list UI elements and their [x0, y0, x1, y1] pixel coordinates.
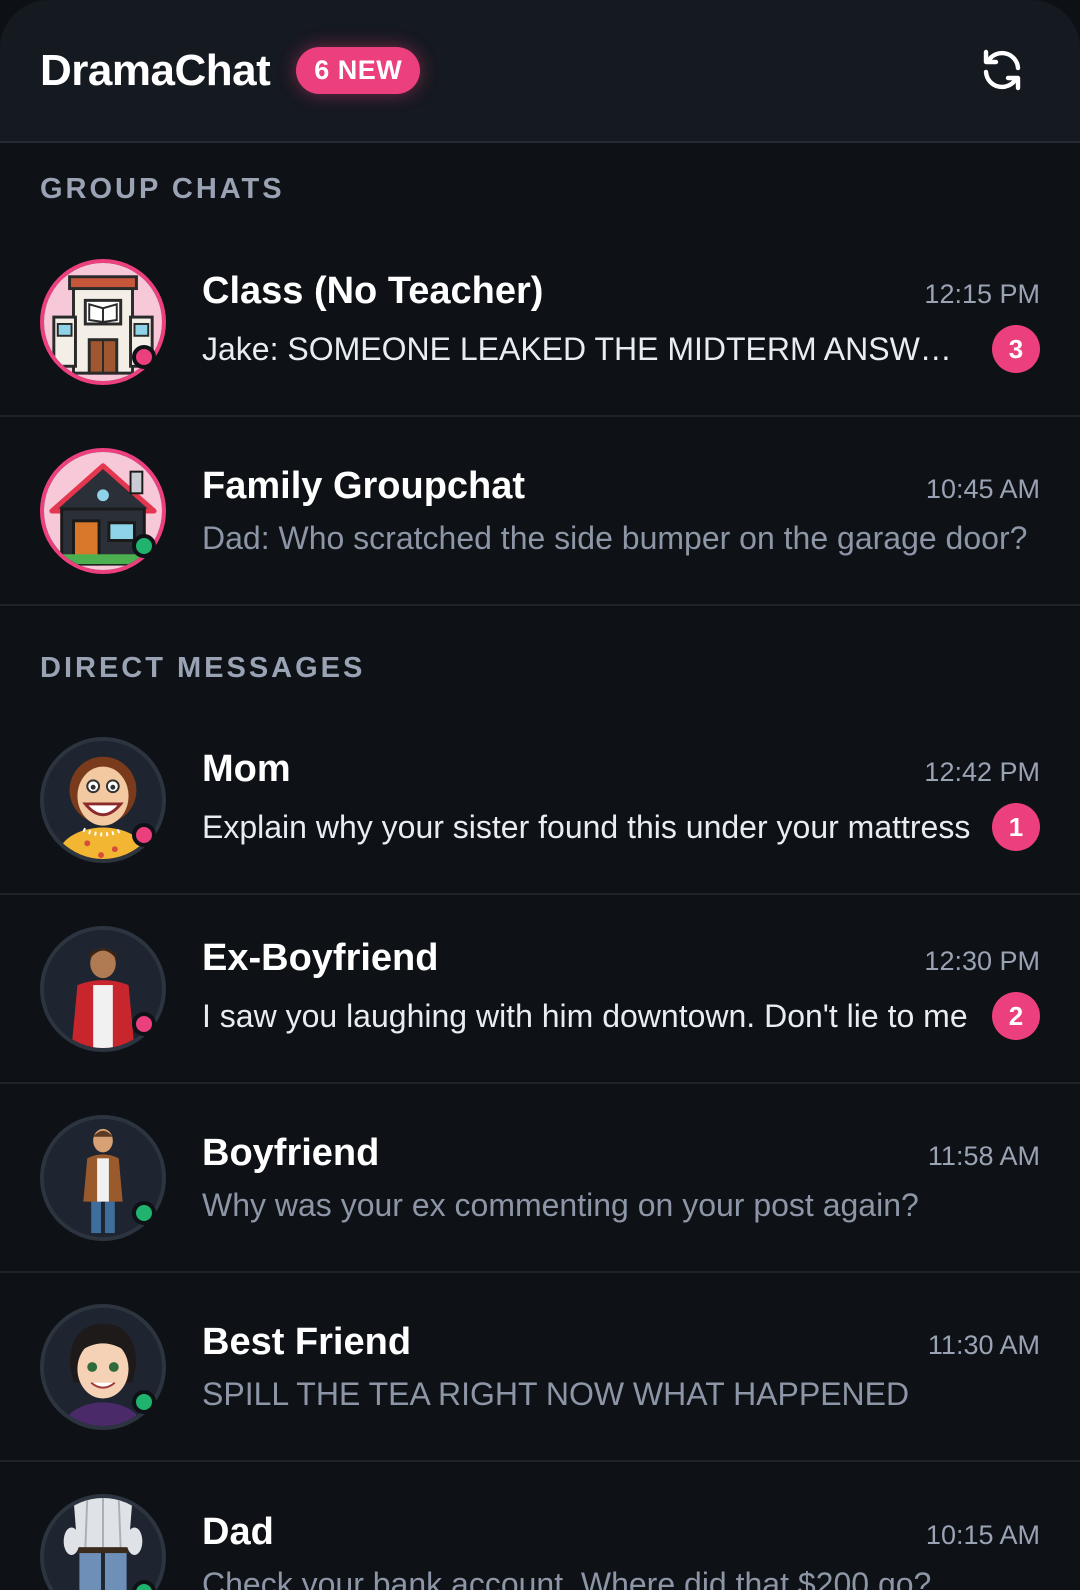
chat-time: 10:15 AM: [925, 1519, 1040, 1550]
chat-row-dad[interactable]: Dad 10:15 AM Check your bank account. Wh…: [0, 1462, 1080, 1590]
chat-name: Dad: [202, 1510, 274, 1553]
avatar: [40, 1303, 166, 1430]
chat-name: Best Friend: [202, 1320, 412, 1363]
app-header: DramaChat 6 NEW: [0, 0, 1080, 143]
avatar: [40, 925, 166, 1052]
unread-count-badge: 2: [992, 992, 1040, 1040]
avatar: [40, 736, 166, 863]
chat-time: 12:30 PM: [924, 946, 1040, 976]
chat-name: Boyfriend: [202, 1131, 380, 1174]
chat-preview: Why was your ex commenting on your post …: [202, 1186, 919, 1223]
chat-time: 11:58 AM: [927, 1140, 1040, 1171]
chat-row-ex-boyfriend[interactable]: Ex-Boyfriend 12:30 PM I saw you laughing…: [0, 895, 1080, 1084]
chat-row-family[interactable]: Family Groupchat 10:45 AM Dad: Who scrat…: [0, 417, 1080, 606]
status-indicator: [132, 822, 156, 847]
unread-count-badge: 3: [992, 325, 1040, 373]
chat-name: Class (No Teacher): [202, 270, 544, 312]
status-indicator: [132, 1389, 156, 1414]
dad-avatar: [44, 1497, 162, 1590]
chat-row-mom[interactable]: Mom 12:42 PM Explain why your sister fou…: [0, 706, 1080, 895]
chat-row-best-friend[interactable]: Best Friend 11:30 AM SPILL THE TEA RIGHT…: [0, 1273, 1080, 1462]
avatar: [40, 1114, 166, 1241]
avatar: [40, 447, 166, 574]
status-indicator: [132, 344, 156, 369]
chat-row-boyfriend[interactable]: Boyfriend 11:58 AM Why was your ex comme…: [0, 1084, 1080, 1273]
chat-name: Family Groupchat: [202, 464, 526, 507]
chat-time: 12:15 PM: [924, 279, 1040, 309]
section-header-direct-messages: DIRECT MESSAGES: [40, 651, 366, 684]
chat-time: 12:42 PM: [924, 757, 1040, 787]
avatar: [40, 1493, 166, 1590]
status-indicator: [132, 1200, 156, 1225]
chat-preview: I saw you laughing with him downtown. Do…: [202, 997, 968, 1034]
chat-time: 10:45 AM: [925, 473, 1040, 504]
chat-preview: Dad: Who scratched the side bumper on th…: [202, 519, 1028, 556]
chat-preview: Check your bank account. Where did that …: [202, 1565, 932, 1590]
chat-preview: Jake: SOMEONE LEAKED THE MIDTERM ANSWERS: [202, 330, 972, 367]
new-messages-badge: 6 NEW: [296, 47, 421, 94]
avatar: [40, 258, 166, 385]
refresh-button[interactable]: [976, 44, 1028, 96]
app-title: DramaChat: [40, 45, 271, 95]
unread-count-badge: 1: [992, 803, 1040, 851]
chat-preview: Explain why your sister found this under…: [202, 808, 971, 845]
refresh-icon: [983, 49, 1021, 91]
chat-time: 11:30 AM: [927, 1329, 1040, 1360]
chat-name: Mom: [202, 748, 291, 790]
chat-list-app: DramaChat 6 NEW GROUP CHATS Class (No Te…: [0, 0, 1080, 1590]
chat-row-class[interactable]: Class (No Teacher) 12:15 PM Jake: SOMEON…: [0, 228, 1080, 417]
chat-name: Ex-Boyfriend: [202, 937, 439, 979]
section-header-group-chats: GROUP CHATS: [40, 173, 285, 205]
chat-preview: SPILL THE TEA RIGHT NOW WHAT HAPPENED: [202, 1375, 910, 1412]
status-indicator: [132, 533, 156, 558]
status-indicator: [132, 1011, 156, 1036]
